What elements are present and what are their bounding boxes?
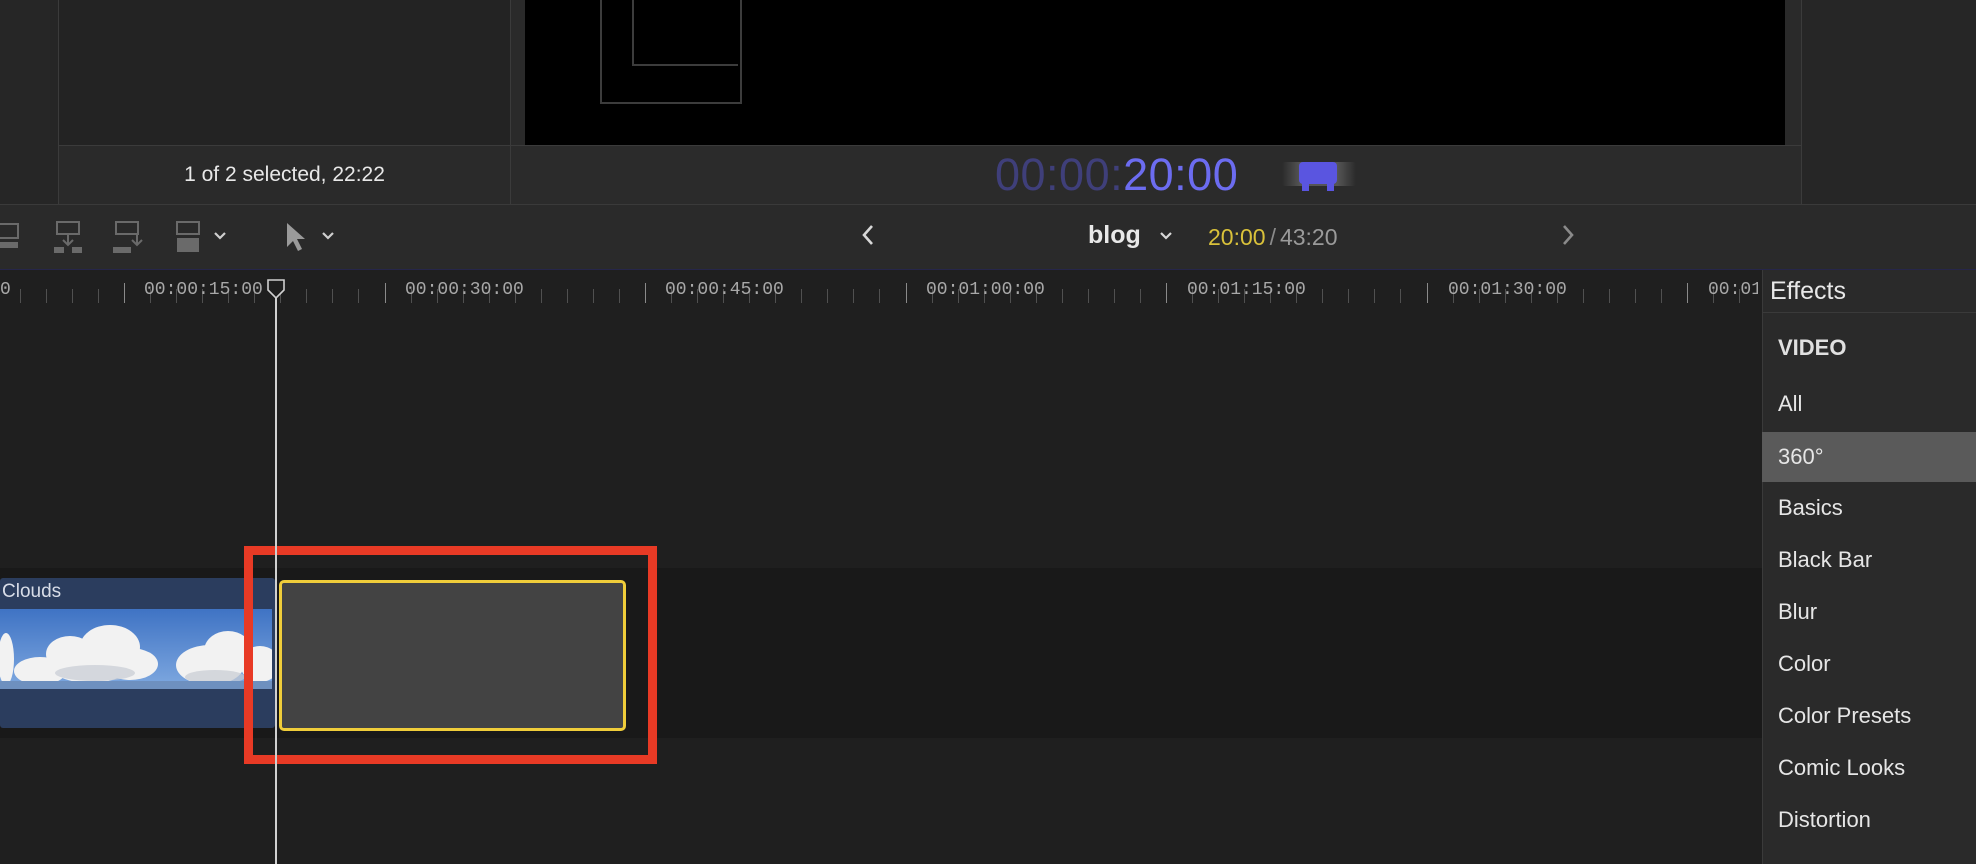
ruler-minor-tick [46,289,47,303]
effects-category-item[interactable]: Black Bar [1762,535,1976,585]
ruler-minor-tick [1400,289,1401,303]
effects-category-item[interactable]: All [1762,379,1976,429]
viewer-gutter-right [1785,0,1802,145]
insert-clip-icon[interactable] [52,218,86,254]
ruler-major-tick [385,283,386,303]
ruler-major-tick [1166,283,1167,303]
timecode-leading: 00:00: [995,149,1124,200]
ruler-label: 00:01:15:00 [1187,280,1306,300]
clip-label: Clouds [2,581,62,602]
overwrite-clip-icon[interactable] [172,218,206,254]
duration-current: 20:00 [1208,224,1266,250]
ruler-major-tick [1427,283,1428,303]
playhead-marker-icon[interactable] [266,278,286,300]
ruler-minor-tick [1062,289,1063,303]
ruler-minor-tick [1635,289,1636,303]
effects-category-item[interactable]: Basics [1762,483,1976,533]
effects-category-item[interactable]: Comic Looks [1762,743,1976,793]
ruler-minor-tick [1661,289,1662,303]
project-name[interactable]: blog [1088,218,1141,252]
chevron-down-icon[interactable] [320,228,336,244]
ruler-minor-tick [1374,289,1375,303]
scrub-handle-foot [1327,182,1334,191]
effects-section-header[interactable]: VIDEO [1762,323,1976,373]
timecode-display[interactable]: 00:00:20:00 [995,150,1238,200]
effects-title: Effects [1770,277,1846,305]
chevron-down-icon[interactable] [212,228,228,244]
ruler-minor-tick [827,289,828,303]
append-clip-icon[interactable] [111,218,145,254]
scrub-handle [1299,162,1337,184]
select-tool-arrow-icon[interactable] [284,220,310,254]
chevron-left-icon[interactable] [855,220,881,250]
duration-total: 43:20 [1279,224,1338,250]
playhead-line[interactable] [275,286,277,864]
ruler-minor-tick [1322,289,1323,303]
ruler-minor-tick [332,289,333,303]
ruler-minor-tick [1348,289,1349,303]
duration-display: 20:00/43:20 [1208,222,1338,252]
ruler-minor-tick [20,289,21,303]
ruler-label: 0 [0,280,11,300]
ruler-major-tick [906,283,907,303]
ruler-minor-tick [619,289,620,303]
ruler-minor-tick [1140,289,1141,303]
effects-category-item[interactable]: Distortion [1762,795,1976,845]
duration-separator: / [1269,224,1276,250]
ruler-label: 00:01:00:00 [926,280,1045,300]
scrub-handle-foot [1302,182,1309,191]
ruler-minor-tick [72,289,73,303]
ruler-label: 00:01:30:00 [1448,280,1567,300]
ruler-minor-tick [801,289,802,303]
chevron-right-icon[interactable] [1555,220,1581,250]
ruler-minor-tick [541,289,542,303]
ruler-minor-tick [853,289,854,303]
ruler-minor-tick [1583,289,1584,303]
ruler-minor-tick [567,289,568,303]
ruler-minor-tick [306,289,307,303]
ruler-label: 00:01 [1708,280,1758,300]
ruler-major-tick [645,283,646,303]
effects-category-item[interactable]: Blur [1762,587,1976,637]
divider [1762,312,1976,313]
ruler-minor-tick [98,289,99,303]
effects-category-item[interactable]: 360° [1762,432,1976,482]
chevron-down-icon[interactable] [1158,228,1174,244]
effects-category-item[interactable]: Color Presets [1762,691,1976,741]
playhead-scrub-icon[interactable] [1282,160,1356,192]
browser-selection-status: 1 of 2 selected, 22:22 [59,146,511,204]
highlight-annotation [244,546,657,764]
inspector-pane [1802,0,1976,204]
timecode-value: 20:00 [1123,149,1239,200]
ruler-label: 00:00:15:00 [144,280,263,300]
viewer-gutter-left [511,0,525,145]
ruler-minor-tick [879,289,880,303]
ruler-minor-tick [593,289,594,303]
browser-pane[interactable] [59,0,511,146]
effects-category-item[interactable]: Color [1762,639,1976,689]
ruler-major-tick [124,283,125,303]
ruler-major-tick [1687,283,1688,303]
viewer-action-safe-guide [632,0,738,66]
ruler-minor-tick [1114,289,1115,303]
ruler-label: 00:00:30:00 [405,280,524,300]
left-edge-panel [0,0,59,204]
clip-thumbnail-strip [0,609,272,689]
ruler-minor-tick [1609,289,1610,303]
ruler-label: 00:00:45:00 [665,280,784,300]
ruler-minor-tick [358,289,359,303]
ruler-minor-tick [1088,289,1089,303]
connect-clip-icon[interactable] [0,218,34,254]
